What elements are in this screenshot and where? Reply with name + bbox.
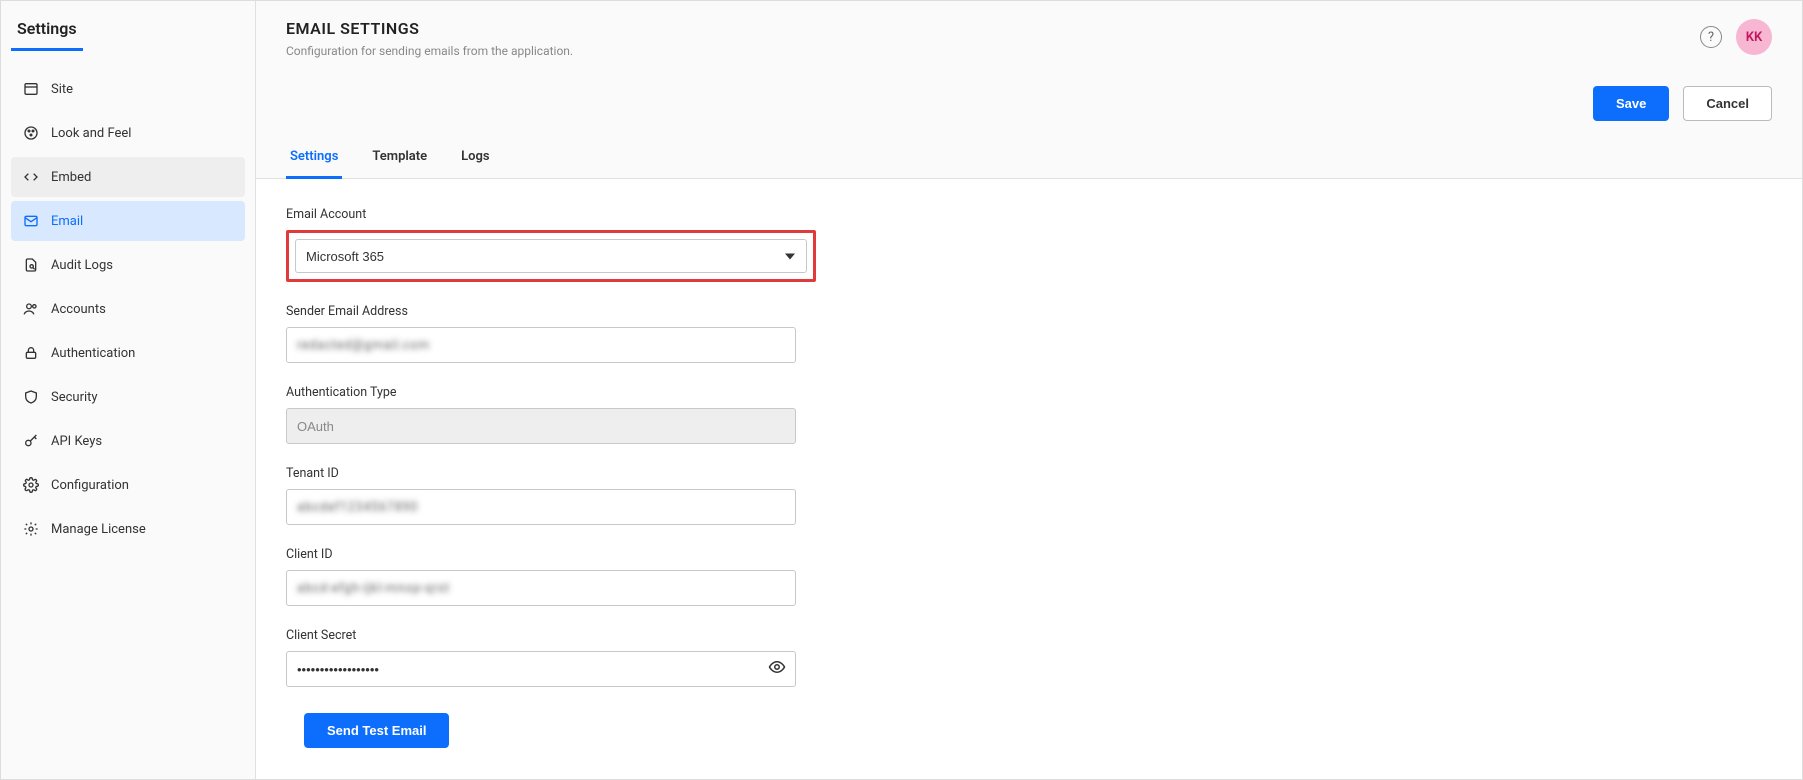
sidebar-item-configuration[interactable]: Configuration — [11, 465, 245, 505]
sidebar-item-label: Configuration — [51, 478, 129, 493]
sidebar-item-label: Manage License — [51, 522, 146, 537]
header-bar: EMAIL SETTINGS Configuration for sending… — [256, 1, 1802, 179]
sidebar-item-label: Authentication — [51, 346, 135, 361]
sidebar-item-accounts[interactable]: Accounts — [11, 289, 245, 329]
sidebar-item-site[interactable]: Site — [11, 69, 245, 109]
email-account-select[interactable] — [295, 239, 807, 273]
sidebar-item-api-keys[interactable]: API Keys — [11, 421, 245, 461]
eye-icon[interactable] — [768, 658, 786, 680]
sender-email-input[interactable]: redacted@gmail.com — [286, 327, 796, 363]
sidebar-item-email[interactable]: Email — [11, 201, 245, 241]
sidebar-item-label: Audit Logs — [51, 258, 113, 273]
tenant-id-label: Tenant ID — [286, 466, 796, 481]
email-account-highlight — [286, 230, 816, 282]
tab-settings[interactable]: Settings — [286, 139, 342, 179]
form-area: Email Account Sender Email Address redac… — [256, 179, 1802, 776]
client-secret-input[interactable] — [286, 651, 796, 687]
sidebar-item-manage-license[interactable]: Manage License — [11, 509, 245, 549]
sidebar-item-audit-logs[interactable]: Audit Logs — [11, 245, 245, 285]
sidebar-item-label: Security — [51, 390, 98, 405]
auth-type-label: Authentication Type — [286, 385, 796, 400]
email-account-label: Email Account — [286, 207, 796, 222]
client-id-label: Client ID — [286, 547, 796, 562]
sidebar-item-label: Embed — [51, 170, 91, 185]
shield-icon — [23, 389, 39, 405]
gear-icon — [23, 521, 39, 537]
code-icon — [23, 169, 39, 185]
sidebar-item-label: Site — [51, 82, 73, 97]
tenant-id-input[interactable]: abcdef1234567890 — [286, 489, 796, 525]
sidebar-title: Settings — [11, 13, 83, 51]
palette-icon — [23, 125, 39, 141]
page-subtitle: Configuration for sending emails from th… — [286, 44, 573, 58]
sidebar-item-embed[interactable]: Embed — [11, 157, 245, 197]
help-icon[interactable]: ? — [1700, 26, 1722, 48]
lock-icon — [23, 345, 39, 361]
sidebar-item-label: Accounts — [51, 302, 106, 317]
sidebar-item-look-and-feel[interactable]: Look and Feel — [11, 113, 245, 153]
sidebar: Settings Site Look and Feel Embed Email — [1, 1, 256, 779]
tab-logs[interactable]: Logs — [457, 139, 493, 179]
send-test-email-button[interactable]: Send Test Email — [304, 713, 449, 748]
auth-type-input — [286, 408, 796, 444]
window-icon — [23, 81, 39, 97]
file-search-icon — [23, 257, 39, 273]
sender-email-label: Sender Email Address — [286, 304, 796, 319]
mail-icon — [23, 213, 39, 229]
sidebar-item-label: Look and Feel — [51, 126, 131, 141]
users-icon — [23, 301, 39, 317]
page-title: EMAIL SETTINGS — [286, 19, 573, 38]
client-id-input[interactable]: abcd-efgh-ijkl-mnop-qrst — [286, 570, 796, 606]
sidebar-item-security[interactable]: Security — [11, 377, 245, 417]
client-secret-label: Client Secret — [286, 628, 796, 643]
gear-icon — [23, 477, 39, 493]
cancel-button[interactable]: Cancel — [1683, 86, 1772, 121]
avatar[interactable]: KK — [1736, 19, 1772, 55]
tabs: Settings Template Logs — [286, 139, 1772, 178]
main-content: EMAIL SETTINGS Configuration for sending… — [256, 1, 1802, 779]
sidebar-item-label: Email — [51, 214, 83, 229]
save-button[interactable]: Save — [1593, 86, 1669, 121]
sidebar-item-label: API Keys — [51, 434, 102, 449]
tab-template[interactable]: Template — [368, 139, 431, 179]
sidebar-item-authentication[interactable]: Authentication — [11, 333, 245, 373]
key-icon — [23, 433, 39, 449]
